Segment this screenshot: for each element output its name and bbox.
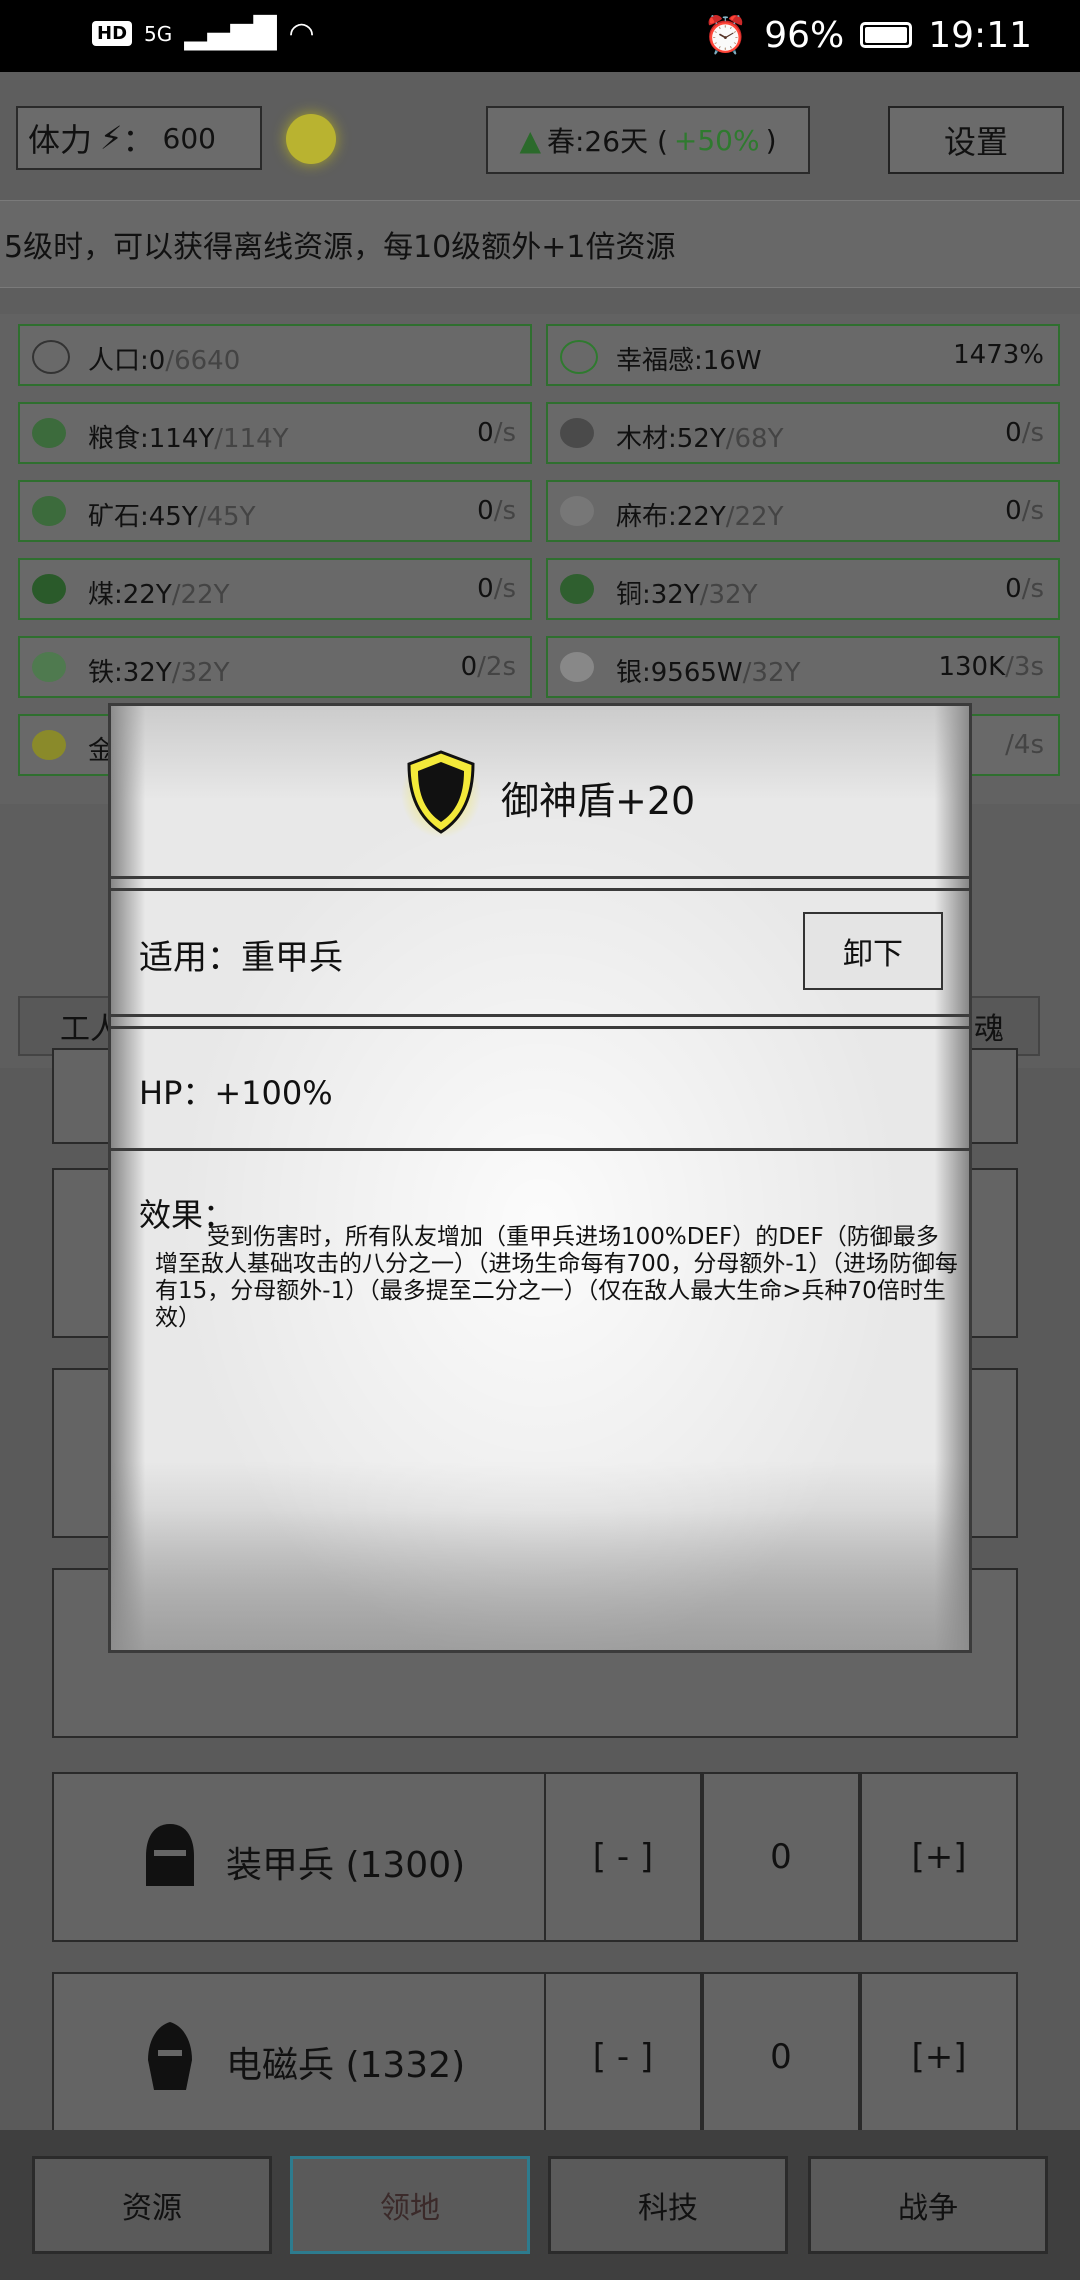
item-detail-dialog: 御神盾+20 适用：重甲兵 卸下 HP：+100% 效果： 受到伤害时，所有队友… bbox=[108, 703, 972, 1653]
status-right: ⏰ 96% 19:11 bbox=[703, 14, 1032, 57]
item-title: 御神盾+20 bbox=[501, 779, 696, 823]
increment-button[interactable]: [+] bbox=[860, 1772, 1018, 1942]
cloth-icon bbox=[560, 496, 594, 526]
decrement-button[interactable]: [ - ] bbox=[544, 1772, 702, 1942]
resource-cell: 矿石:45Y/45Y 0/s bbox=[18, 480, 532, 542]
wood-icon bbox=[560, 418, 594, 448]
tree-icon: ▲ bbox=[519, 123, 541, 157]
grain-icon bbox=[32, 418, 66, 448]
resource-cell: 人口:0/6640 bbox=[18, 324, 532, 386]
nav-war[interactable]: 战争 bbox=[808, 2156, 1048, 2254]
resource-cell: 银:9565W/32Y 130K/3s bbox=[546, 636, 1060, 698]
status-bar: HD 5G ▂▄▆█ ◠ ⏰ 96% 19:11 bbox=[0, 0, 1080, 72]
gold-icon bbox=[32, 730, 66, 760]
resource-cell: 铁:32Y/32Y 0/2s bbox=[18, 636, 532, 698]
wifi-icon: ◠ bbox=[288, 16, 315, 51]
list-item: 电磁兵 (1332) [ - ] 0 [+] bbox=[52, 1972, 1018, 2142]
hint-text: 5级时，可以获得离线资源，每10级额外+1倍资源 bbox=[0, 200, 1080, 288]
stamina-value: 600 bbox=[162, 121, 216, 155]
battery-percent: 96% bbox=[764, 14, 845, 56]
nav-resources[interactable]: 资源 bbox=[32, 2156, 272, 2254]
season-text: 春:26天 ( bbox=[547, 125, 668, 158]
iron-icon bbox=[32, 652, 66, 682]
nav-territory[interactable]: 领地 bbox=[290, 2156, 530, 2254]
alarm-icon: ⏰ bbox=[703, 15, 749, 56]
resource-cell: 麻布:22Y/22Y 0/s bbox=[546, 480, 1060, 542]
bottom-nav: 资源 领地 科技 战争 bbox=[0, 2130, 1080, 2280]
divider bbox=[111, 1026, 969, 1029]
coal-icon bbox=[32, 574, 66, 604]
hp-bonus: HP：+100% bbox=[139, 1074, 333, 1112]
resource-cell: 幸福感:16W 1473% bbox=[546, 324, 1060, 386]
divider bbox=[111, 1014, 969, 1017]
hd-badge: HD bbox=[92, 21, 133, 46]
season-bonus: +50% bbox=[673, 123, 760, 157]
resource-cell: 粮食:114Y/114Y 0/s bbox=[18, 402, 532, 464]
network-label: 5G bbox=[144, 21, 173, 46]
resource-cell: 煤:22Y/22Y 0/s bbox=[18, 558, 532, 620]
divider bbox=[111, 1148, 969, 1151]
increment-button[interactable]: [+] bbox=[860, 1972, 1018, 2142]
settings-button[interactable]: 设置 bbox=[888, 106, 1064, 174]
clock: 19:11 bbox=[928, 14, 1032, 56]
unequip-button[interactable]: 卸下 bbox=[803, 912, 943, 990]
effect-description: 受到伤害时，所有队友增加（重甲兵进场100%DEF）的DEF（防御最多增至敌人基… bbox=[155, 1224, 958, 1331]
ore-icon bbox=[32, 496, 66, 526]
silver-icon bbox=[560, 652, 594, 682]
unit-count: 0 bbox=[702, 1972, 860, 2142]
stamina-sep: ： bbox=[122, 121, 155, 159]
stamina-display: 体力 ⚡ ： 600 bbox=[16, 106, 262, 170]
armored-soldier-icon bbox=[146, 1824, 194, 1886]
sun-icon bbox=[286, 114, 336, 164]
list-item: 装甲兵 (1300) [ - ] 0 [+] bbox=[52, 1772, 1018, 1942]
decrement-button[interactable]: [ - ] bbox=[544, 1972, 702, 2142]
signal-icon: ▂▄▆█ bbox=[184, 16, 277, 51]
electromagnetic-soldier-icon bbox=[148, 2022, 192, 2090]
unit-name: 电磁兵 (1332) bbox=[226, 2045, 466, 2086]
divider bbox=[111, 888, 969, 891]
stamina-label: 体力 bbox=[28, 121, 93, 159]
divider bbox=[111, 876, 969, 879]
population-icon bbox=[32, 340, 70, 374]
status-left: HD 5G ▂▄▆█ ◠ bbox=[92, 16, 315, 51]
smile-icon bbox=[560, 340, 598, 374]
season-display: ▲ 春:26天 ( +50% ) bbox=[486, 106, 810, 174]
dialog-header: 御神盾+20 bbox=[111, 706, 969, 876]
applies-to: 适用：重甲兵 bbox=[139, 938, 343, 978]
resource-cell: 木材:52Y/68Y 0/s bbox=[546, 402, 1060, 464]
season-close: ) bbox=[765, 123, 777, 157]
battery-icon bbox=[860, 22, 913, 48]
resource-cell: 铜:32Y/32Y 0/s bbox=[546, 558, 1060, 620]
unit-name: 装甲兵 (1300) bbox=[226, 1845, 466, 1886]
lightning-icon: ⚡ bbox=[100, 119, 123, 157]
shield-icon bbox=[401, 750, 481, 838]
nav-technology[interactable]: 科技 bbox=[548, 2156, 788, 2254]
copper-icon bbox=[560, 574, 594, 604]
unit-count: 0 bbox=[702, 1772, 860, 1942]
